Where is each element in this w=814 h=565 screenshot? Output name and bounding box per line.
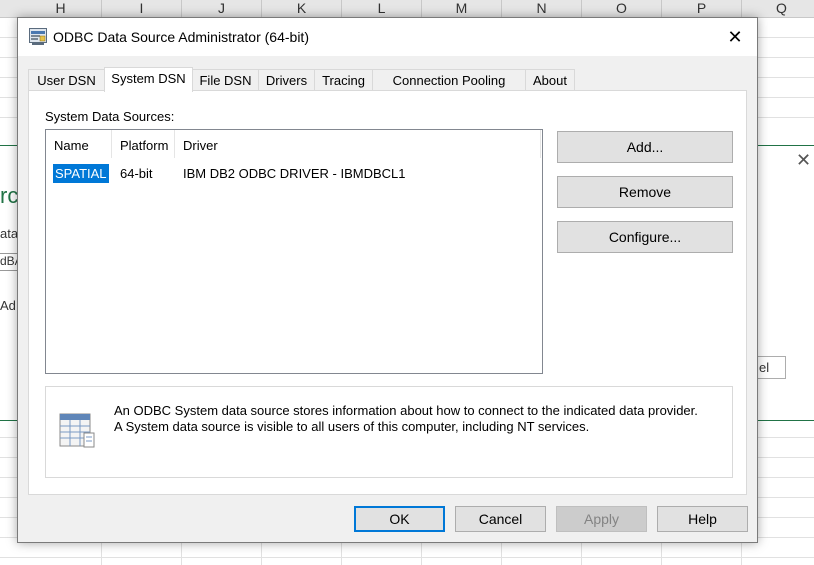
tab-user-dsn[interactable]: User DSN xyxy=(28,69,105,90)
tab-file-dsn[interactable]: File DSN xyxy=(192,69,259,90)
background-text-fragment: Ad xyxy=(0,298,16,313)
column-header-j[interactable]: J xyxy=(182,0,262,17)
system-data-sources-label: System Data Sources: xyxy=(45,109,175,124)
help-button[interactable]: Help xyxy=(657,506,748,532)
column-header-k[interactable]: K xyxy=(262,0,342,17)
tab-tracing[interactable]: Tracing xyxy=(314,69,373,90)
column-header-l[interactable]: L xyxy=(342,0,422,17)
column-header-n[interactable]: N xyxy=(502,0,582,17)
column-header-q[interactable]: Q xyxy=(742,0,814,17)
info-text: An ODBC System data source stores inform… xyxy=(114,403,724,435)
title-bar[interactable]: ODBC Data Source Administrator (64-bit) … xyxy=(18,18,757,56)
background-input-fragment: dBA xyxy=(0,253,18,271)
list-header: Name Platform Driver xyxy=(46,130,542,158)
column-header-name[interactable]: Name xyxy=(46,130,112,158)
green-divider xyxy=(756,420,814,421)
tab-drivers[interactable]: Drivers xyxy=(258,69,315,90)
cancel-button[interactable]: Cancel xyxy=(455,506,546,532)
column-header-m[interactable]: M xyxy=(422,0,502,17)
gridline xyxy=(0,557,814,558)
row-platform-cell[interactable]: 64-bit xyxy=(120,164,153,183)
tab-system-dsn[interactable]: System DSN xyxy=(104,67,193,92)
data-sources-list[interactable]: Name Platform Driver SPATIAL 64-bit IBM … xyxy=(45,129,543,374)
ok-button[interactable]: OK xyxy=(354,506,445,532)
odbc-dialog: ODBC Data Source Administrator (64-bit) … xyxy=(17,17,758,543)
system-dsn-panel: System Data Sources: Name Platform Drive… xyxy=(28,90,747,495)
background-text-fragment: ata xyxy=(0,226,19,241)
column-header-h[interactable]: H xyxy=(20,0,102,17)
green-divider xyxy=(756,145,814,146)
info-line-1: An ODBC System data source stores inform… xyxy=(114,403,698,418)
configure-button[interactable]: Configure... xyxy=(557,221,733,253)
column-header-driver[interactable]: Driver xyxy=(175,130,541,158)
add-button[interactable]: Add... xyxy=(557,131,733,163)
column-header-o[interactable]: O xyxy=(582,0,662,17)
dialog-title: ODBC Data Source Administrator (64-bit) xyxy=(53,29,309,45)
background-heading-fragment: rc xyxy=(0,183,19,208)
background-close-icon[interactable]: ✕ xyxy=(796,150,811,171)
info-box: An ODBC System data source stores inform… xyxy=(45,386,733,478)
apply-button[interactable]: Apply xyxy=(556,506,647,532)
row-name-cell[interactable]: SPATIAL xyxy=(53,164,109,183)
database-table-icon xyxy=(59,413,95,448)
tab-about[interactable]: About xyxy=(525,69,575,90)
column-header-row: H I J K L M N O P Q xyxy=(0,0,814,18)
tab-connection-pooling[interactable]: Connection Pooling xyxy=(372,69,526,90)
info-line-2: A System data source is visible to all u… xyxy=(114,419,590,434)
close-icon[interactable]: ✕ xyxy=(713,18,757,56)
column-header-p[interactable]: P xyxy=(662,0,742,17)
column-header-i[interactable]: I xyxy=(102,0,182,17)
remove-button[interactable]: Remove xyxy=(557,176,733,208)
row-driver-cell[interactable]: IBM DB2 ODBC DRIVER - IBMDBCL1 xyxy=(183,164,406,183)
background-cancel-button[interactable]: el xyxy=(756,356,786,379)
column-header-platform[interactable]: Platform xyxy=(112,130,175,158)
odbc-app-icon xyxy=(29,28,47,45)
